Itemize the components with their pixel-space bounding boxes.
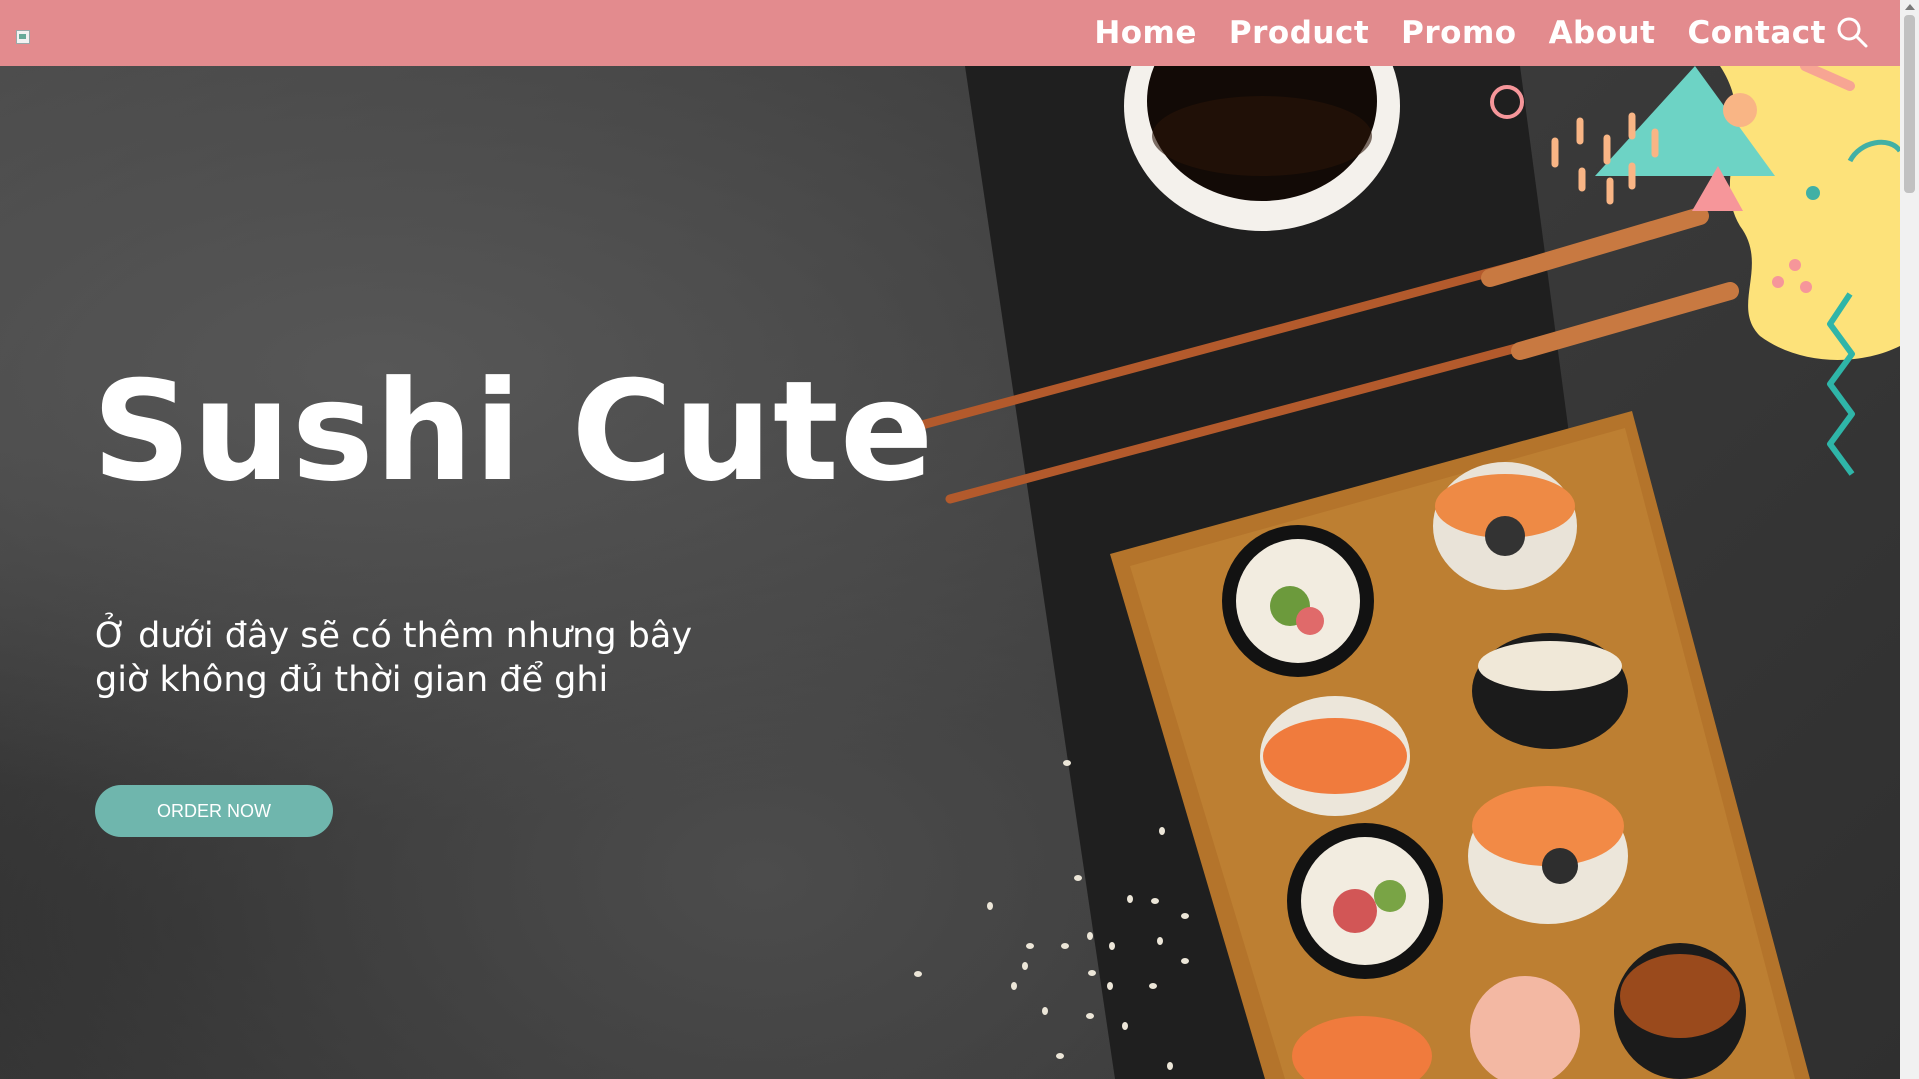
main-nav: Home Product Promo About Contact xyxy=(1062,0,1826,66)
hero-section: Sushi Cute Ở dưới đây sẽ có thêm nhưng b… xyxy=(0,66,1900,1079)
hero-background-image xyxy=(913,66,1900,1079)
hero-subtitle: Ở dưới đây sẽ có thêm nhưng bây giờ khôn… xyxy=(95,616,693,700)
order-now-button[interactable]: ORDER NOW xyxy=(95,785,333,837)
nav-item-about[interactable]: About xyxy=(1549,15,1656,51)
top-navbar: Home Product Promo About Contact xyxy=(0,0,1900,66)
scrollbar-thumb[interactable] xyxy=(1904,15,1915,193)
scrollbar[interactable] xyxy=(1900,0,1919,1079)
nav-item-contact[interactable]: Contact xyxy=(1687,15,1826,51)
scroll-up-arrow-icon[interactable] xyxy=(1905,4,1915,10)
search-icon xyxy=(1837,17,1868,48)
logo-image[interactable] xyxy=(16,30,30,44)
nav-item-product[interactable]: Product xyxy=(1229,15,1369,51)
nav-item-promo[interactable]: Promo xyxy=(1401,15,1516,51)
search-button[interactable] xyxy=(1834,14,1870,50)
hero-title: Sushi Cute xyxy=(92,351,935,512)
nav-item-home[interactable]: Home xyxy=(1094,15,1197,51)
